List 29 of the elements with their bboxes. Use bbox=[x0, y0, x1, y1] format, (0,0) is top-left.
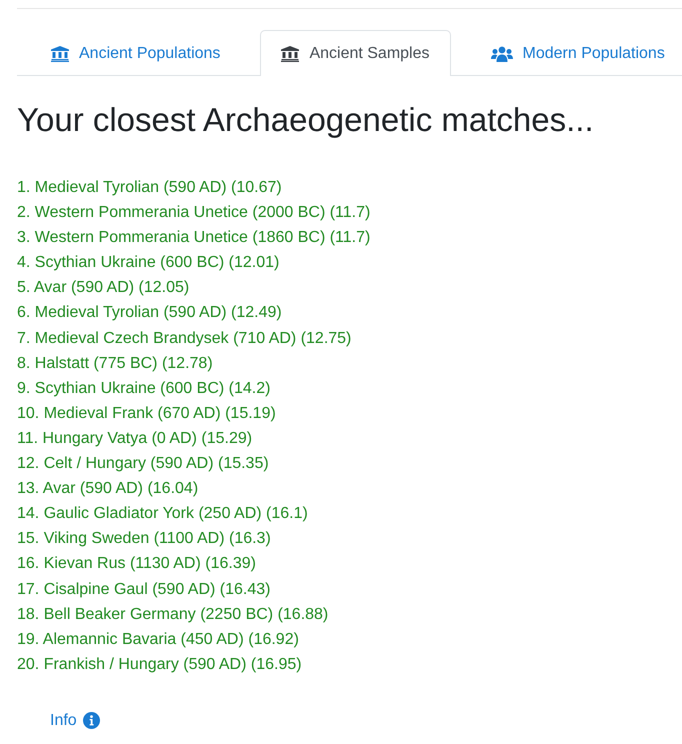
info-link[interactable]: Info bbox=[50, 712, 100, 730]
match-item: 19. Alemannic Bavaria (450 AD) (16.92) bbox=[17, 630, 300, 650]
tab[interactable]: Ancient Samples bbox=[260, 30, 450, 76]
match-item: 12. Celt / Hungary (590 AD) (15.35) bbox=[17, 454, 270, 474]
match-item: 8. Halstatt (775 BC) (12.78) bbox=[17, 354, 214, 374]
match-item: 11. Hungary Vatya (0 AD) (15.29) bbox=[17, 428, 254, 449]
tab[interactable]: Ancient Populations bbox=[30, 30, 242, 76]
match-item: 5. Avar (590 AD) (12.05) bbox=[17, 278, 190, 298]
info-icon bbox=[82, 712, 100, 730]
match-item: 10. Medieval Frank (670 AD) (15.19) bbox=[17, 404, 277, 424]
match-item: 9. Scythian Ukraine (600 BC) (14.2) bbox=[17, 378, 272, 399]
match-item: 14. Gaulic Gladiator York (250 AD) (16.1) bbox=[17, 504, 309, 524]
match-item: 4. Scythian Ukraine (600 BC) (12.01) bbox=[17, 253, 280, 274]
match-item: 2. Western Pommerania Unetice (2000 BC) (11.7) bbox=[17, 203, 372, 224]
page-heading: Your closest Archaeogenetic matches... bbox=[17, 100, 595, 140]
users-icon bbox=[490, 46, 512, 62]
match-item: 7. Medieval Czech Brandysek (710 AD) (12.75) bbox=[17, 328, 352, 349]
building-columns-icon bbox=[51, 46, 69, 62]
building-columns-icon bbox=[281, 46, 300, 62]
match-item: 6. Medieval Tyrolian (590 AD) (12.49) bbox=[17, 303, 283, 324]
match-item: 15. Viking Sweden (1100 AD) (16.3) bbox=[17, 529, 272, 550]
match-item: 13. Avar (590 AD) (16.04) bbox=[17, 479, 200, 500]
tab[interactable]: Modern Populations bbox=[470, 30, 682, 76]
match-item: 17. Cisalpine Gaul (590 AD) (16.43) bbox=[17, 580, 272, 600]
match-item: 20. Frankish / Hungary (590 AD) (16.95) bbox=[17, 654, 303, 675]
match-item: 16. Kievan Rus (1130 AD) (16.39) bbox=[17, 554, 257, 574]
match-item: 3. Western Pommerania Unetice (1860 BC) (11.7) bbox=[17, 228, 372, 248]
match-item: 18. Bell Beaker Germany (2250 BC) (16.88) bbox=[17, 604, 330, 625]
match-item: 1. Medieval Tyrolian (590 AD) (10.67) bbox=[17, 178, 283, 198]
